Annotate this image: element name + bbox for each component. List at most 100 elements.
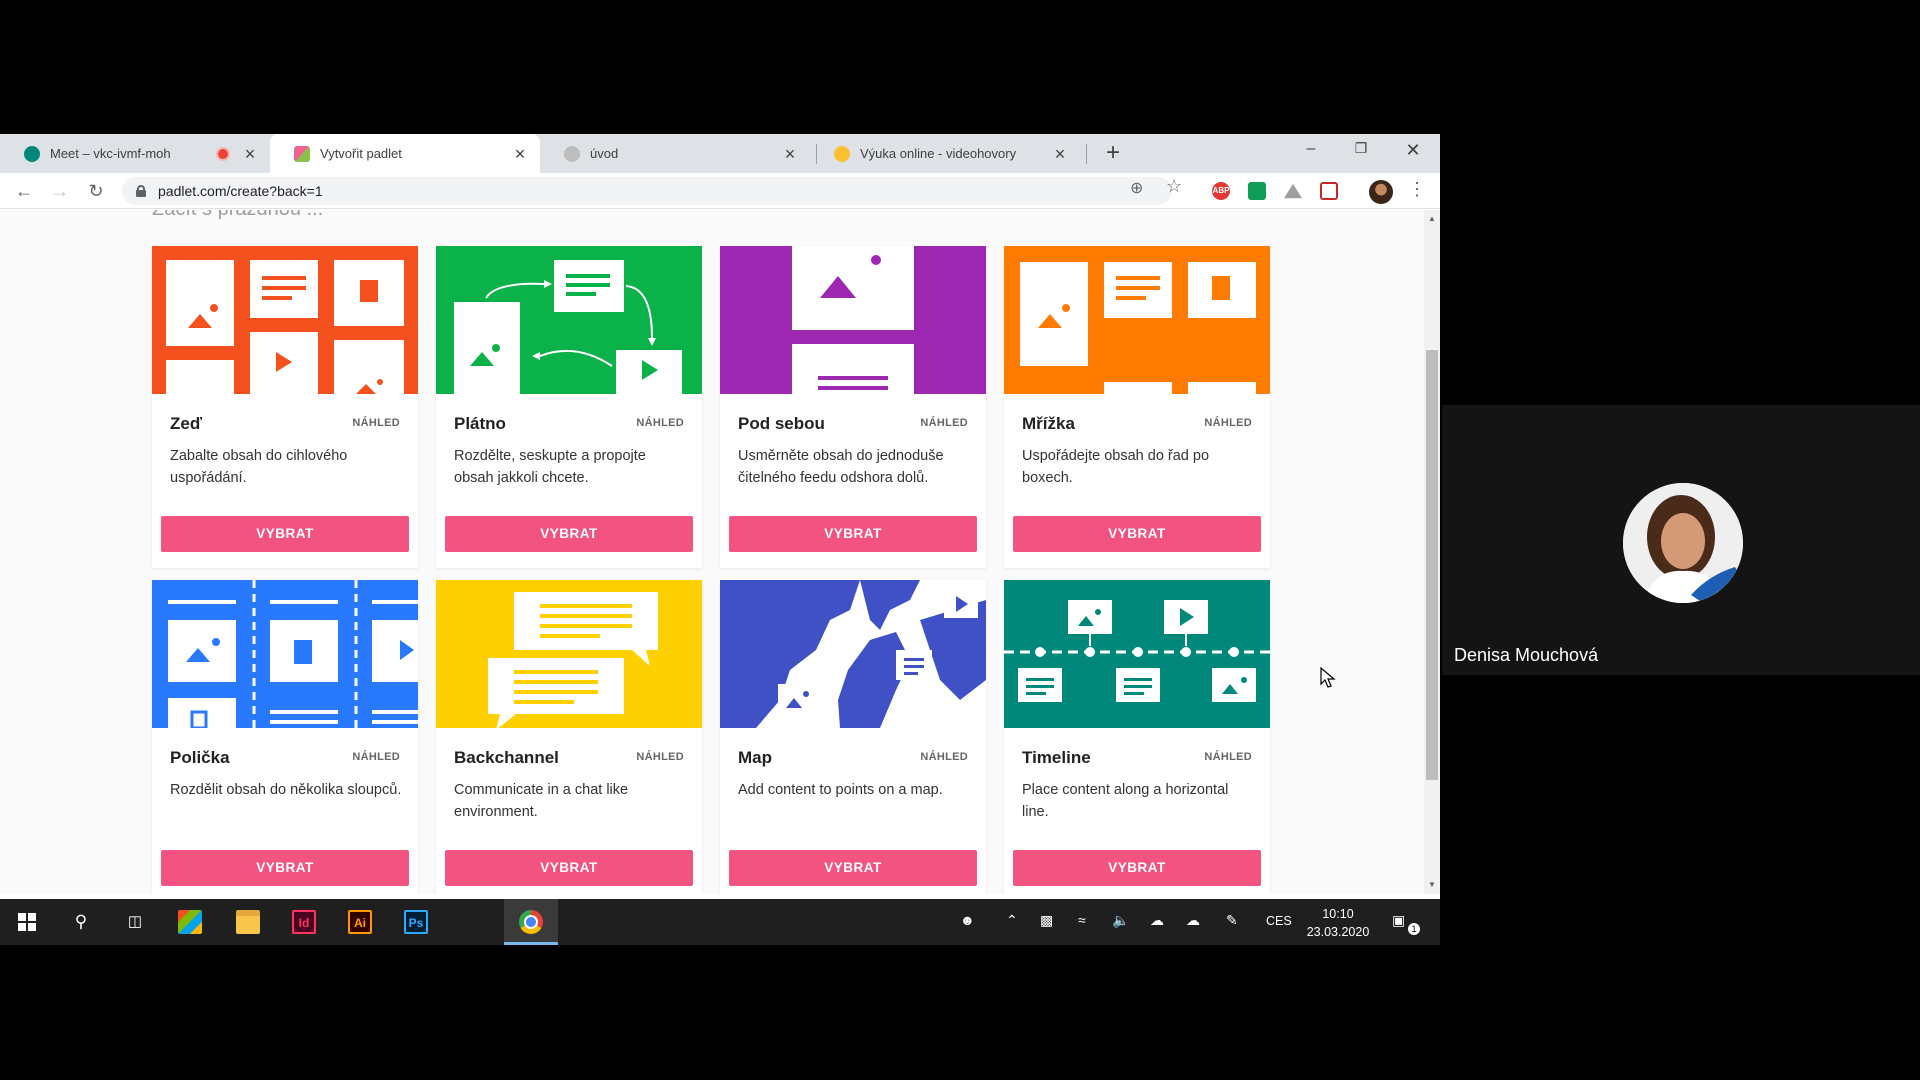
- chrome-taskbar-button[interactable]: [504, 899, 558, 945]
- clock-date: 23.03.2020: [1306, 925, 1370, 939]
- scroll-down-icon[interactable]: ▼: [1428, 880, 1436, 889]
- file-explorer-icon[interactable]: [236, 910, 260, 934]
- close-tab-icon[interactable]: ×: [242, 145, 258, 163]
- close-tab-icon[interactable]: ×: [512, 145, 528, 163]
- indesign-icon[interactable]: Id: [292, 910, 316, 934]
- select-button[interactable]: VYBRAT: [445, 850, 693, 886]
- install-app-icon[interactable]: ⊕: [1130, 178, 1143, 198]
- reload-icon[interactable]: ↻: [84, 179, 108, 203]
- profile-avatar[interactable]: [1369, 180, 1393, 204]
- battery-icon[interactable]: ▩: [1040, 912, 1053, 929]
- close-tab-icon[interactable]: ×: [1052, 145, 1068, 163]
- tab-vyuka-online[interactable]: Výuka online - videohovory ×: [810, 134, 1080, 173]
- timeline-illustration: [1004, 580, 1270, 728]
- tab-meet[interactable]: Meet – vkc-ivmf-moh ×: [0, 134, 270, 173]
- lightbulb-favicon-icon: [834, 145, 850, 162]
- layout-card-backchannel: Backchannel NÁHLED Communicate in a chat…: [436, 580, 702, 894]
- card-title: Mřížka: [1022, 414, 1075, 433]
- tab-label: Vytvořit padlet: [320, 146, 402, 161]
- clock[interactable]: 10:10 23.03.2020: [1304, 905, 1372, 941]
- preview-link[interactable]: NÁHLED: [636, 417, 684, 429]
- preview-link[interactable]: NÁHLED: [1204, 417, 1252, 429]
- language-indicator[interactable]: CES: [1266, 914, 1292, 928]
- card-description: Usměrněte obsah do jednoduše čitelného f…: [738, 448, 944, 486]
- meet-favicon-icon: [24, 145, 40, 162]
- back-arrow-icon[interactable]: ←: [12, 179, 36, 203]
- address-bar[interactable]: padlet.com/create?back=1: [122, 177, 1172, 205]
- preview-link[interactable]: NÁHLED: [636, 751, 684, 763]
- wifi-icon[interactable]: ≈: [1078, 912, 1086, 928]
- star-icon[interactable]: ☆: [1166, 176, 1182, 197]
- task-view-icon[interactable]: ◫: [120, 907, 150, 937]
- clock-time: 10:10: [1322, 907, 1354, 921]
- select-button[interactable]: VYBRAT: [445, 516, 693, 552]
- notification-count: 1: [1408, 923, 1420, 935]
- adblock-icon[interactable]: ABP: [1212, 182, 1230, 200]
- card-description: Add content to points on a map.: [738, 782, 943, 798]
- browser-tab-strip: Meet – vkc-ivmf-moh × Vytvořit padlet × …: [0, 134, 1440, 173]
- layout-card-zed: Zeď NÁHLED Zabalte obsah do cihlového us…: [152, 246, 418, 568]
- sheets-extension-icon[interactable]: [1248, 182, 1266, 200]
- tab-vytvorit-padlet[interactable]: Vytvořit padlet ×: [270, 134, 540, 173]
- select-button[interactable]: VYBRAT: [161, 516, 409, 552]
- lock-icon: [136, 185, 146, 197]
- wall-illustration: [152, 246, 418, 394]
- select-button[interactable]: VYBRAT: [161, 850, 409, 886]
- scrollbar-thumb[interactable]: [1426, 350, 1438, 780]
- people-icon[interactable]: ☻: [960, 912, 975, 928]
- padlet-page: Začít s prázdnou ...: [0, 210, 1428, 894]
- restore-icon[interactable]: ❐: [1346, 140, 1376, 157]
- preview-link[interactable]: NÁHLED: [352, 751, 400, 763]
- new-tab-button[interactable]: +: [1100, 140, 1126, 166]
- chevron-up-icon[interactable]: ⌃: [1006, 912, 1018, 929]
- padlet-favicon-icon: [294, 145, 310, 162]
- select-button[interactable]: VYBRAT: [729, 516, 977, 552]
- minimize-icon[interactable]: –: [1296, 140, 1326, 158]
- tab-label: Meet – vkc-ivmf-moh: [50, 146, 171, 161]
- close-tab-icon[interactable]: ×: [782, 145, 798, 163]
- pen-icon[interactable]: ✎: [1226, 912, 1238, 929]
- chrome-icon: [519, 910, 543, 934]
- preview-link[interactable]: NÁHLED: [920, 417, 968, 429]
- search-icon[interactable]: ⚲: [66, 907, 96, 937]
- start-windows-icon[interactable]: [12, 907, 42, 937]
- drive-extension-icon[interactable]: [1284, 183, 1302, 199]
- recording-icon: [218, 148, 228, 159]
- cloud-upload-icon[interactable]: ☁: [1186, 912, 1200, 929]
- layout-card-map: Map NÁHLED Add content to points on a ma…: [720, 580, 986, 894]
- card-description: Zabalte obsah do cihlového uspořádání.: [170, 448, 348, 486]
- select-button[interactable]: VYBRAT: [729, 850, 977, 886]
- pdf-extension-icon[interactable]: [1320, 182, 1338, 200]
- card-title: Zeď: [170, 414, 203, 433]
- grid-illustration: [1004, 246, 1270, 394]
- ms-store-icon[interactable]: [178, 910, 202, 934]
- layout-card-policka: Polička NÁHLED Rozdělit obsah do několik…: [152, 580, 418, 894]
- page-scrollbar[interactable]: ▲ ▼: [1424, 210, 1440, 894]
- tab-uvod[interactable]: úvod ×: [540, 134, 810, 173]
- notification-icon[interactable]: ▣: [1392, 912, 1405, 929]
- forward-arrow-icon[interactable]: →: [48, 179, 72, 203]
- select-button[interactable]: VYBRAT: [1013, 850, 1261, 886]
- card-description: Place content along a horizontal line.: [1022, 782, 1229, 820]
- volume-icon[interactable]: 🔈: [1112, 912, 1129, 929]
- url-text: padlet.com/create?back=1: [158, 183, 323, 199]
- select-button[interactable]: VYBRAT: [1013, 516, 1261, 552]
- scroll-up-icon[interactable]: ▲: [1428, 214, 1436, 223]
- menu-dots-icon[interactable]: ⋮: [1408, 179, 1426, 200]
- preview-link[interactable]: NÁHLED: [920, 751, 968, 763]
- shelf-illustration: [152, 580, 418, 728]
- card-title: Backchannel: [454, 748, 559, 767]
- participant-avatar: [1623, 483, 1743, 603]
- preview-link[interactable]: NÁHLED: [1204, 751, 1252, 763]
- illustrator-icon[interactable]: Ai: [348, 910, 372, 934]
- cloud-icon[interactable]: ☁: [1150, 912, 1164, 929]
- tab-divider: [1086, 144, 1087, 164]
- photoshop-icon[interactable]: Ps: [404, 910, 428, 934]
- preview-link[interactable]: NÁHLED: [352, 417, 400, 429]
- backchannel-illustration: [436, 580, 702, 728]
- participant-tile[interactable]: Denisa Mouchová: [1442, 405, 1920, 675]
- card-title: Plátno: [454, 414, 506, 433]
- card-description: Communicate in a chat like environment.: [454, 782, 629, 820]
- close-window-icon[interactable]: ✕: [1398, 140, 1428, 161]
- layout-card-pod-sebou: Pod sebou NÁHLED Usměrněte obsah do jedn…: [720, 246, 986, 568]
